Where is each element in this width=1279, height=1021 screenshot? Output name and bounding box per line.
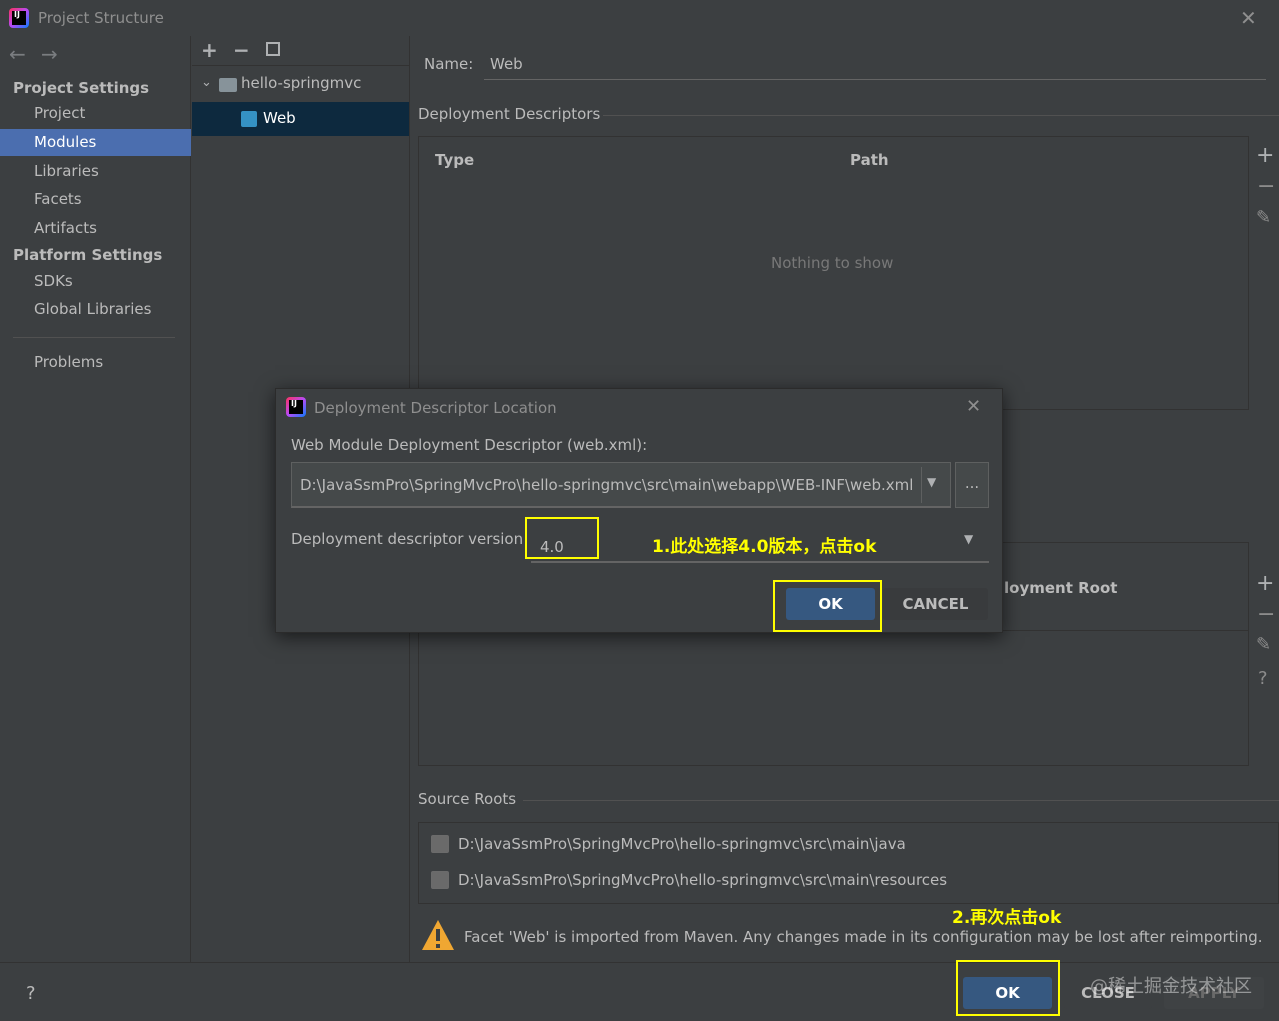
chevron-down-icon[interactable]: ⌄ <box>201 75 212 90</box>
sidebar-item-facets[interactable]: Facets <box>0 186 191 213</box>
tree-item-web-row[interactable] <box>192 102 409 136</box>
window-title: Project Structure <box>38 9 164 27</box>
column-header-path[interactable]: Path <box>850 151 889 169</box>
add-icon[interactable]: + <box>201 38 218 62</box>
column-header-deployment-root[interactable]: loyment Root <box>1004 579 1117 597</box>
sidebar-item-modules[interactable]: Modules <box>0 129 191 156</box>
version-select-underline <box>531 561 989 563</box>
annotation-step2: 2.再次点击ok <box>952 908 1062 928</box>
source-root-item: D:\JavaSsmPro\SpringMvcPro\hello-springm… <box>458 871 948 889</box>
web-facet-icon <box>241 111 257 127</box>
annotation-version-highlight <box>525 517 599 559</box>
module-folder-icon <box>219 78 237 92</box>
version-dropdown-arrow-icon[interactable]: ▼ <box>964 532 973 546</box>
sidebar-item-project[interactable]: Project <box>0 100 191 127</box>
sidebar-item-sdks[interactable]: SDKs <box>0 268 191 295</box>
tree-item-web[interactable]: Web <box>263 109 296 127</box>
version-label: Deployment descriptor version <box>291 530 524 548</box>
descriptor-path-value: D:\JavaSsmPro\SpringMvcPro\hello-springm… <box>300 476 914 494</box>
source-roots-separator <box>523 800 1279 801</box>
dialog-title: Deployment Descriptor Location <box>314 399 557 417</box>
title-bar: IJ Project Structure ✕ <box>0 0 1279 36</box>
sidebar-divider <box>13 337 175 338</box>
edit-descriptor-icon[interactable]: ✎ <box>1256 207 1271 228</box>
add-directory-icon[interactable]: + <box>1256 571 1274 596</box>
remove-descriptor-icon[interactable]: − <box>1257 174 1275 199</box>
maven-warning-text: Facet 'Web' is imported from Maven. Any … <box>464 928 1263 946</box>
warning-icon <box>422 920 454 950</box>
browse-button[interactable]: ... <box>955 462 989 508</box>
source-roots-heading: Source Roots <box>418 790 517 808</box>
deployment-descriptors-heading: Deployment Descriptors <box>418 105 601 123</box>
section-separator <box>603 115 1279 116</box>
forward-arrow-icon[interactable]: → <box>41 42 58 66</box>
help-button[interactable]: ? <box>26 983 36 1004</box>
source-root-checkbox[interactable] <box>431 835 449 853</box>
help-icon[interactable]: ? <box>1258 668 1268 689</box>
deployment-descriptors-table[interactable] <box>418 136 1249 410</box>
intellij-logo-icon: IJ <box>9 8 29 28</box>
close-window-icon[interactable]: ✕ <box>1240 6 1257 30</box>
sidebar-item-libraries[interactable]: Libraries <box>0 158 191 185</box>
dialog-close-icon[interactable]: ✕ <box>966 396 981 417</box>
sidebar-item-artifacts[interactable]: Artifacts <box>0 215 191 242</box>
back-arrow-icon[interactable]: ← <box>9 42 26 66</box>
path-label: Web Module Deployment Descriptor (web.xm… <box>291 436 648 454</box>
settings-sidebar: ← → Project Settings Project Modules Lib… <box>0 36 191 962</box>
dialog-footer: ? OK CLOSE APPLY @稀土掘金技术社区 <box>0 962 1279 1021</box>
name-label: Name: <box>424 55 474 73</box>
deployment-descriptor-dialog: IJ Deployment Descriptor Location ✕ Web … <box>275 388 1003 633</box>
annotation-ok-highlight <box>956 960 1060 1016</box>
copy-icon[interactable] <box>266 42 280 56</box>
sidebar-item-global-libraries[interactable]: Global Libraries <box>0 296 191 323</box>
annotation-step1: 1.此处选择4.0版本，点击ok <box>652 537 877 557</box>
platform-settings-heading: Platform Settings <box>13 246 163 264</box>
intellij-logo-icon: IJ <box>286 397 306 417</box>
toolbar-divider <box>192 65 409 66</box>
name-field[interactable]: Web <box>490 55 523 73</box>
project-settings-heading: Project Settings <box>13 79 150 97</box>
empty-table-text: Nothing to show <box>771 254 894 272</box>
source-root-checkbox[interactable] <box>431 871 449 889</box>
dialog-cancel-button[interactable]: CANCEL <box>883 588 988 620</box>
descriptor-path-field[interactable]: D:\JavaSsmPro\SpringMvcPro\hello-springm… <box>291 462 951 508</box>
remove-directory-icon[interactable]: − <box>1257 602 1275 627</box>
remove-icon[interactable]: − <box>233 38 250 62</box>
edit-directory-icon[interactable]: ✎ <box>1256 634 1271 655</box>
add-descriptor-icon[interactable]: + <box>1256 143 1274 168</box>
name-field-underline <box>484 79 1266 80</box>
tree-item-hello-springmvc[interactable]: hello-springmvc <box>241 74 361 92</box>
watermark: @稀土掘金技术社区 <box>1090 976 1252 997</box>
annotation-dialog-ok-highlight <box>773 580 882 632</box>
column-header-type[interactable]: Type <box>435 151 474 169</box>
source-root-item: D:\JavaSsmPro\SpringMvcPro\hello-springm… <box>458 835 906 853</box>
sidebar-item-problems[interactable]: Problems <box>0 349 191 376</box>
path-dropdown-arrow-icon[interactable]: ▼ <box>927 475 936 489</box>
combo-divider <box>921 467 922 503</box>
